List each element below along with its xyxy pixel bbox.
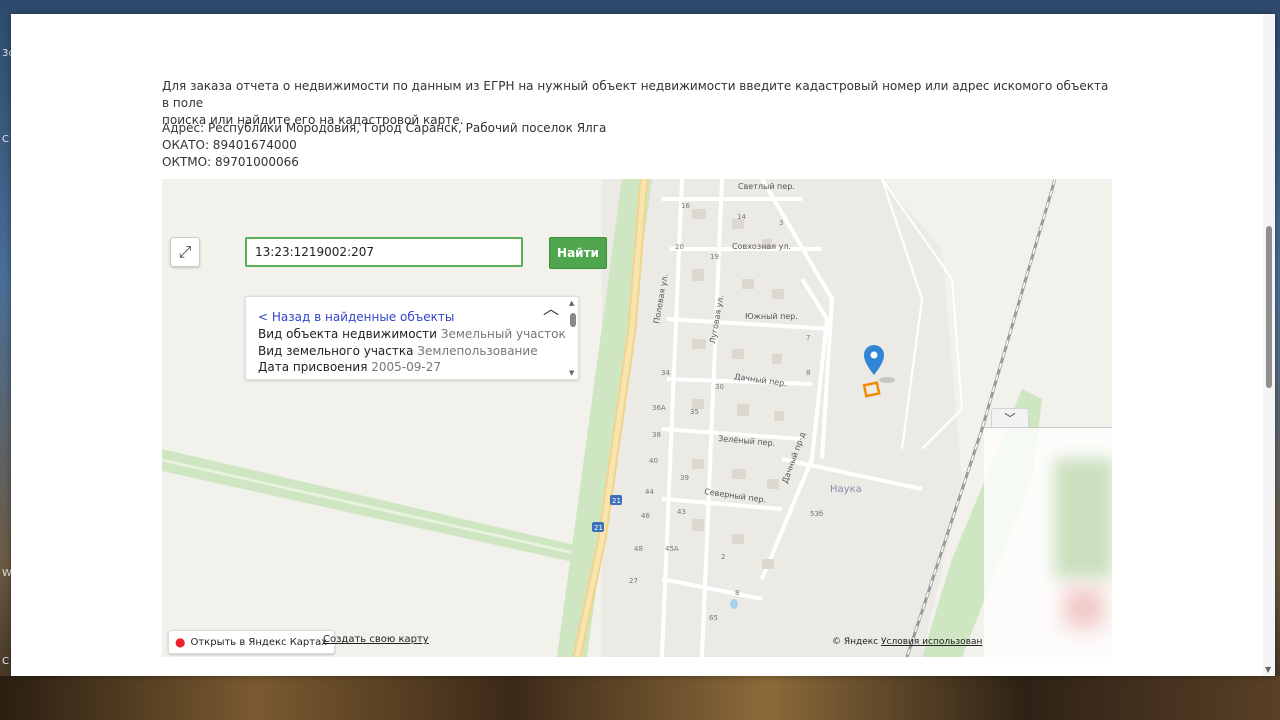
result-row: Дата присвоения 2005-09-27: [258, 360, 441, 374]
panel-scrollbar[interactable]: ▲ ▼: [568, 297, 578, 379]
result-row-label: Вид объекта недвижимости: [258, 327, 437, 341]
house-number: 14: [737, 213, 746, 221]
desktop-icon-label[interactable]: C: [2, 656, 9, 667]
house-number: 8: [735, 589, 739, 597]
page-scrollbar[interactable]: ▼: [1263, 14, 1275, 676]
location-info: Адрес: Республики Мородовия, Город Саран…: [162, 120, 1112, 171]
map-overlay-panel: [984, 427, 1112, 657]
house-number: 3: [779, 219, 783, 227]
result-panel: < Назад в найденные объекты Вид объекта …: [245, 296, 579, 380]
scroll-up-icon[interactable]: ▲: [569, 299, 574, 307]
address-text: Адрес: Республики Мородовия, Город Саран…: [162, 121, 607, 135]
street-label: Светлый пер.: [738, 182, 795, 191]
scroll-down-icon[interactable]: ▼: [1265, 665, 1271, 674]
result-row-label: Вид земельного участка: [258, 344, 414, 358]
create-map-link[interactable]: Создать свою карту: [323, 634, 429, 645]
house-number: 45А: [665, 545, 679, 553]
road-shield: 21: [592, 522, 604, 532]
road-shield: 21: [610, 495, 622, 505]
house-number: 48: [634, 545, 643, 553]
back-to-results-link[interactable]: < Назад в найденные объекты: [258, 310, 454, 324]
collapse-chevron-up-icon[interactable]: ︿: [542, 301, 560, 317]
oktmo-text: ОКТМО: 89701000066: [162, 155, 299, 169]
district-label: Наука: [830, 484, 862, 495]
house-number: 38: [652, 431, 661, 439]
result-row-value: Земельный участок: [440, 327, 566, 341]
desktop-icon-label[interactable]: C: [2, 134, 9, 145]
house-number: 36А: [652, 404, 666, 412]
scroll-down-icon[interactable]: ▼: [569, 369, 574, 377]
okato-text: ОКАТО: 89401674000: [162, 138, 297, 152]
house-number: 65: [709, 614, 718, 622]
open-in-yandex-label: Открыть в Яндекс Картах: [190, 636, 328, 648]
house-number: 44: [645, 488, 654, 496]
blurred-map-preview: [1054, 458, 1112, 578]
intro-line: Для заказа отчета о недвижимости по данн…: [162, 79, 1109, 110]
blurred-map-preview: [1064, 588, 1104, 628]
road-shield-label: 21: [594, 524, 603, 532]
desktop-wallpaper-bottom: [0, 676, 1280, 720]
open-in-yandex-maps-button[interactable]: ● Открыть в Яндекс Картах: [168, 630, 336, 654]
house-number: 34: [661, 369, 670, 377]
house-number: 39: [680, 474, 689, 482]
street-label: Южный пер.: [745, 312, 798, 321]
cadastral-search-input[interactable]: [245, 237, 523, 267]
house-number: 27: [629, 577, 638, 585]
street-label: Совхозная ул.: [732, 242, 791, 251]
house-number: 2: [721, 553, 725, 561]
copyright-text: © Яндекс: [832, 637, 879, 647]
map-pin-icon: ●: [175, 635, 186, 649]
terms-of-use-link[interactable]: Условия использован: [881, 637, 982, 647]
house-number: 20: [675, 243, 684, 251]
browser-window: Для заказа отчета о недвижимости по данн…: [11, 14, 1275, 676]
road-shield-label: 21: [612, 497, 621, 505]
fullscreen-expand-icon[interactable]: ⤢: [170, 237, 200, 267]
result-row-label: Дата присвоения: [258, 360, 368, 374]
house-number: 16: [681, 202, 690, 210]
house-number: 43: [677, 508, 686, 516]
house-number: 40: [649, 457, 658, 465]
house-number: 46: [641, 512, 650, 520]
house-number: 30: [715, 383, 724, 391]
cadastral-map[interactable]: Светлый пер. Совхозная ул. Полевая ул. Л…: [162, 179, 1112, 657]
result-row-value: 2005-09-27: [371, 360, 441, 374]
house-number: 35: [690, 408, 699, 416]
result-row: Вид земельного участка Землепользование: [258, 344, 538, 358]
result-row-value: Землепользование: [417, 344, 538, 358]
house-number: 53б: [810, 510, 823, 518]
page-scroll-thumb[interactable]: [1266, 226, 1272, 388]
house-number: 8: [806, 369, 810, 377]
search-button[interactable]: Найти: [549, 237, 607, 269]
result-row: Вид объекта недвижимости Земельный участ…: [258, 327, 566, 341]
map-copyright: © Яндекс Условия использован: [832, 637, 982, 647]
house-number: 7: [806, 334, 810, 342]
house-number: 19: [710, 253, 719, 261]
panel-scroll-thumb[interactable]: [570, 313, 576, 327]
